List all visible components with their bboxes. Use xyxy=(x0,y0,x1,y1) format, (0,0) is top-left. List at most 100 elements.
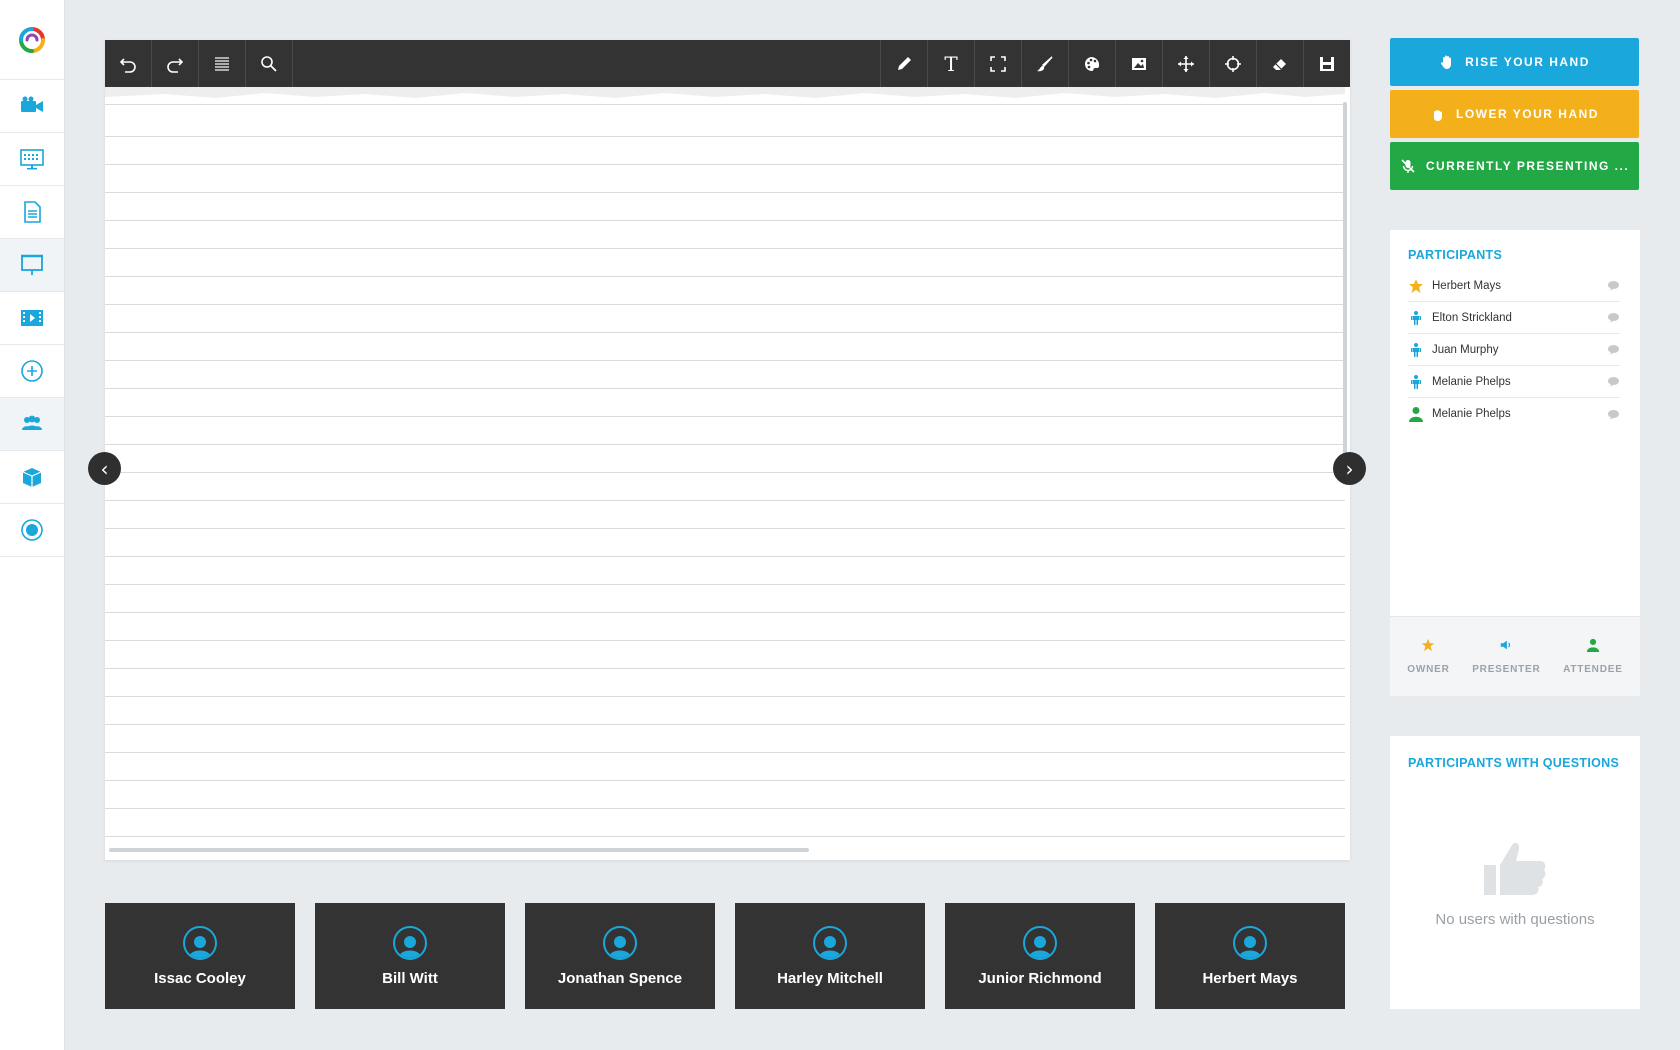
sidebar-item-keyboard[interactable] xyxy=(0,133,64,186)
sidebar-item-add[interactable] xyxy=(0,345,64,398)
participant-name: Elton Strickland xyxy=(1432,311,1512,324)
chat-bubble-icon[interactable] xyxy=(1607,344,1620,355)
video-tile[interactable]: Harley Mitchell xyxy=(735,903,925,1009)
participant-row[interactable]: Elton Strickland xyxy=(1408,302,1620,334)
palette-button[interactable] xyxy=(1068,40,1115,87)
chat-bubble-icon[interactable] xyxy=(1607,376,1620,387)
crosshair-icon xyxy=(1225,55,1241,72)
sidebar-item-document[interactable] xyxy=(0,186,64,239)
lines-button[interactable] xyxy=(199,40,246,87)
chat-bubble-icon[interactable] xyxy=(1607,280,1620,291)
video-tile[interactable]: Jonathan Spence xyxy=(525,903,715,1009)
empty-questions-text: No users with questions xyxy=(1435,911,1595,928)
chat-bubble-icon[interactable] xyxy=(1607,409,1620,420)
participants-list: Herbert Mays Elton Strickland Juan Murph… xyxy=(1408,270,1620,430)
pencil-button[interactable] xyxy=(880,40,927,87)
legend-owner: OWNER xyxy=(1407,638,1449,675)
add-circle-icon xyxy=(21,360,43,382)
whiteboard[interactable]: T xyxy=(105,40,1350,860)
lower-hand-label: LOWER YOUR HAND xyxy=(1456,107,1599,121)
star-icon xyxy=(1422,638,1435,652)
sidebar-item-package[interactable] xyxy=(0,451,64,504)
eraser-button[interactable] xyxy=(1256,40,1303,87)
rise-hand-button[interactable]: RISE YOUR HAND xyxy=(1390,38,1639,86)
participant-name: Melanie Phelps xyxy=(1432,375,1511,388)
next-page-button[interactable]: › xyxy=(1333,452,1366,485)
record-icon xyxy=(21,519,43,541)
user-avatar-icon xyxy=(393,925,427,960)
sidebar-item-presentation[interactable] xyxy=(0,239,64,292)
video-tile[interactable]: Issac Cooley xyxy=(105,903,295,1009)
undo-button[interactable] xyxy=(105,40,152,87)
lines-icon xyxy=(215,56,229,71)
questions-title: PARTICIPANTS WITH QUESTIONS xyxy=(1408,756,1620,770)
participant-row[interactable]: Herbert Mays xyxy=(1408,270,1620,302)
sidebar-item-record[interactable] xyxy=(0,504,64,557)
sidebar-item-film[interactable] xyxy=(0,292,64,345)
lined-paper-canvas[interactable] xyxy=(105,87,1345,847)
participants-title: PARTICIPANTS xyxy=(1408,248,1503,262)
document-icon xyxy=(24,201,41,223)
app-logo[interactable] xyxy=(0,0,64,80)
tile-name: Junior Richmond xyxy=(978,969,1102,987)
video-tile[interactable]: Herbert Mays xyxy=(1155,903,1345,1009)
user-avatar-icon xyxy=(1023,925,1057,960)
participant-row[interactable]: Juan Murphy xyxy=(1408,334,1620,366)
legend-owner-label: OWNER xyxy=(1407,664,1450,675)
brush-icon xyxy=(1037,55,1053,71)
vertical-scrollbar[interactable] xyxy=(1343,102,1347,462)
users-icon xyxy=(22,415,42,430)
role-legend: OWNER PRESENTER ATTENDEE xyxy=(1390,616,1640,696)
toolbar-right-group: T xyxy=(880,40,1350,87)
save-icon xyxy=(1320,56,1334,71)
tile-name: Herbert Mays xyxy=(1202,969,1298,987)
lower-hand-button[interactable]: LOWER YOUR HAND xyxy=(1390,90,1639,138)
move-icon xyxy=(1178,55,1194,72)
search-button[interactable] xyxy=(246,40,293,87)
lowered-hand-icon xyxy=(1434,110,1443,121)
tile-name: Harley Mitchell xyxy=(777,969,883,987)
fullscreen-button[interactable] xyxy=(974,40,1021,87)
legend-presenter: PRESENTER xyxy=(1472,638,1540,675)
pencil-icon xyxy=(898,56,911,70)
participant-name: Herbert Mays xyxy=(1432,279,1502,292)
text-icon: T xyxy=(944,51,958,76)
image-icon xyxy=(1132,57,1146,70)
questions-panel: PARTICIPANTS WITH QUESTIONS No users wit… xyxy=(1390,736,1640,1009)
attendee-icon xyxy=(1409,407,1423,422)
chevron-right-icon: › xyxy=(1345,456,1354,481)
user-avatar-icon xyxy=(603,925,637,960)
move-button[interactable] xyxy=(1162,40,1209,87)
redo-button[interactable] xyxy=(152,40,199,87)
sidebar-item-video[interactable] xyxy=(0,80,64,133)
crosshair-button[interactable] xyxy=(1209,40,1256,87)
chat-bubble-icon[interactable] xyxy=(1607,312,1620,323)
currently-presenting-label: CURRENTLY PRESENTING ... xyxy=(1425,159,1630,173)
presenter-icon xyxy=(1411,342,1421,357)
legend-presenter-label: PRESENTER xyxy=(1472,664,1541,675)
empty-questions-state: No users with questions xyxy=(1390,841,1640,928)
chevron-left-icon: ‹ xyxy=(100,456,109,481)
owner-star-icon xyxy=(1409,278,1423,293)
rise-hand-label: RISE YOUR HAND xyxy=(1465,55,1590,69)
participant-name: Juan Murphy xyxy=(1432,343,1499,356)
video-tile[interactable]: Junior Richmond xyxy=(945,903,1135,1009)
eraser-icon xyxy=(1273,58,1286,70)
save-button[interactable] xyxy=(1303,40,1350,87)
participant-row[interactable]: Melanie Phelps xyxy=(1408,398,1620,430)
video-tile[interactable]: Bill Witt xyxy=(315,903,505,1009)
brush-button[interactable] xyxy=(1021,40,1068,87)
participant-video-tiles: Issac Cooley Bill Witt Jonathan Spence H… xyxy=(105,903,1345,1009)
left-sidebar xyxy=(0,0,65,1050)
horizontal-scrollbar[interactable] xyxy=(109,848,809,852)
presentation-screen-icon xyxy=(21,254,43,275)
muted-microphone-icon xyxy=(1401,159,1415,173)
currently-presenting-button[interactable]: CURRENTLY PRESENTING ... xyxy=(1390,142,1639,190)
thumbs-up-icon xyxy=(1484,842,1546,895)
previous-page-button[interactable]: ‹ xyxy=(88,452,121,485)
sidebar-item-users[interactable] xyxy=(0,398,64,451)
text-button[interactable]: T xyxy=(927,40,974,87)
image-button[interactable] xyxy=(1115,40,1162,87)
participant-row[interactable]: Melanie Phelps xyxy=(1408,366,1620,398)
logo-icon xyxy=(19,26,45,53)
